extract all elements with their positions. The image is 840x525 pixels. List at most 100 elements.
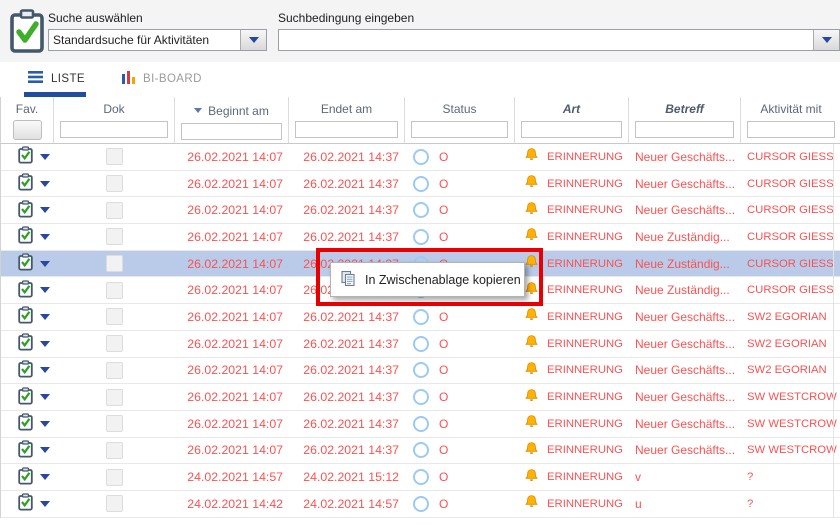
dok-checkbox[interactable] <box>106 202 123 219</box>
dok-checkbox[interactable] <box>106 255 123 272</box>
betreff-cell: Neuer Geschäfts... <box>629 337 741 351</box>
activity-clipboard-check-icon[interactable] <box>18 387 33 408</box>
dok-checkbox[interactable] <box>106 495 123 512</box>
endet-am-cell: 26.02.2021 14:37 <box>289 203 405 217</box>
table-row[interactable]: 26.02.2021 14:07 26.02.2021 14:37 O ERIN… <box>1 171 840 198</box>
status-cell: O <box>405 149 515 165</box>
search-condition-value <box>279 30 813 50</box>
column-header-beginnt-am[interactable]: Beginnt am <box>175 97 289 143</box>
chevron-down-icon[interactable] <box>40 234 50 240</box>
dok-checkbox[interactable] <box>106 442 123 459</box>
chevron-down-icon[interactable] <box>40 421 50 427</box>
tab-bi-board[interactable]: BI-BOARD <box>122 71 202 87</box>
column-header-betreff[interactable]: Betreff <box>629 97 741 143</box>
column-header-endet-am[interactable]: Endet am <box>289 97 405 143</box>
table-row[interactable]: 26.02.2021 14:07 26.02.2021 14:37 O ERIN… <box>1 384 840 411</box>
status-circle-icon <box>413 442 429 458</box>
table-row[interactable]: 26.02.2021 14:07 26.02.2021 14:37 O ERIN… <box>1 224 840 251</box>
fav-cell <box>1 360 54 381</box>
tab-liste[interactable]: LISTE <box>28 71 85 86</box>
chevron-down-icon[interactable] <box>40 474 50 480</box>
activity-clipboard-check-icon[interactable] <box>18 280 33 301</box>
dok-checkbox[interactable] <box>106 415 123 432</box>
filter-input-beginnt-am[interactable] <box>181 123 282 140</box>
table-row[interactable]: 26.02.2021 14:07 26.02.2021 14:37 O ERIN… <box>1 304 840 331</box>
activity-clipboard-check-icon[interactable] <box>18 413 33 434</box>
activity-clipboard-check-icon[interactable] <box>18 146 33 167</box>
bell-icon <box>524 174 539 193</box>
chevron-down-icon[interactable] <box>40 314 50 320</box>
dok-checkbox[interactable] <box>106 282 123 299</box>
chevron-down-icon[interactable] <box>40 501 50 507</box>
table-row[interactable]: 26.02.2021 14:07 26.02.2021 14:37 O ERIN… <box>1 197 840 224</box>
bell-icon <box>524 361 539 380</box>
betreff-cell: Neuer Geschäfts... <box>629 310 741 324</box>
dok-checkbox[interactable] <box>106 175 123 192</box>
activity-clipboard-check-icon[interactable] <box>18 467 33 488</box>
bell-icon <box>524 307 539 326</box>
filter-input-endet-am[interactable] <box>295 121 398 138</box>
dok-checkbox[interactable] <box>106 308 123 325</box>
activity-clipboard-check-icon[interactable] <box>18 333 33 354</box>
activity-clipboard-check-icon[interactable] <box>18 173 33 194</box>
filter-input-aktivitaet-mit[interactable] <box>747 121 835 138</box>
beginnt-am-cell: 26.02.2021 14:07 <box>175 443 289 457</box>
chevron-down-icon[interactable] <box>40 394 50 400</box>
search-condition-dropdown-button[interactable] <box>813 30 839 50</box>
dok-checkbox[interactable] <box>106 469 123 486</box>
dok-checkbox[interactable] <box>106 362 123 379</box>
chevron-down-icon[interactable] <box>40 287 50 293</box>
chevron-down-icon[interactable] <box>40 447 50 453</box>
fav-cell <box>1 200 54 221</box>
chevron-down-icon[interactable] <box>40 154 50 160</box>
endet-am-cell: 26.02.2021 14:37 <box>289 150 405 164</box>
table-row[interactable]: 26.02.2021 14:07 26.02.2021 14:37 O ERIN… <box>1 358 840 385</box>
chevron-down-icon[interactable] <box>40 181 50 187</box>
filter-input-dok[interactable] <box>60 121 168 138</box>
search-select-combobox[interactable]: Standardsuche für Aktivitäten <box>48 29 267 51</box>
filter-input-art[interactable] <box>521 121 622 138</box>
search-condition-combobox[interactable] <box>278 29 840 51</box>
aktivitaet-mit-cell: SW2 EGORIAN <box>741 338 840 350</box>
table-row[interactable]: 24.02.2021 14:57 24.02.2021 15:12 O ERIN… <box>1 464 840 491</box>
filter-input-betreff[interactable] <box>635 121 734 138</box>
filter-input-status[interactable] <box>411 121 508 138</box>
table-row[interactable]: 26.02.2021 14:07 26.02.2021 14:37 O ERIN… <box>1 331 840 358</box>
table-row[interactable]: 26.02.2021 14:07 26.02.2021 14:37 O ERIN… <box>1 438 840 465</box>
activity-clipboard-check-icon[interactable] <box>18 440 33 461</box>
column-header-aktivitaet-mit[interactable]: Aktivität mit <box>741 97 840 143</box>
column-header-dok[interactable]: Dok <box>54 97 175 143</box>
bell-icon <box>524 334 539 353</box>
search-select-dropdown-button[interactable] <box>240 30 266 50</box>
dok-checkbox[interactable] <box>106 148 123 165</box>
art-cell: ERINNERUNG <box>515 174 629 193</box>
dok-checkbox[interactable] <box>106 228 123 245</box>
dok-checkbox[interactable] <box>106 389 123 406</box>
status-circle-icon <box>413 362 429 378</box>
dok-checkbox[interactable] <box>106 335 123 352</box>
endet-am-cell: 26.02.2021 14:37 <box>289 337 405 351</box>
fav-cell <box>1 467 54 488</box>
endet-am-cell: 26.02.2021 14:37 <box>289 310 405 324</box>
dok-cell <box>54 255 175 272</box>
dok-cell <box>54 469 175 486</box>
activity-clipboard-check-icon[interactable] <box>18 226 33 247</box>
table-row[interactable]: 24.02.2021 14:42 24.02.2021 14:57 O ERIN… <box>1 491 840 518</box>
menu-item-copy-to-clipboard[interactable]: In Zwischenablage kopieren <box>331 270 524 290</box>
activity-clipboard-check-icon[interactable] <box>18 360 33 381</box>
activity-clipboard-check-icon[interactable] <box>18 253 33 274</box>
dok-cell <box>54 442 175 459</box>
chevron-down-icon[interactable] <box>40 367 50 373</box>
chevron-down-icon[interactable] <box>40 341 50 347</box>
table-row[interactable]: 26.02.2021 14:07 26.02.2021 14:37 O ERIN… <box>1 144 840 171</box>
aktivitaet-mit-cell: CURSOR GIESS <box>741 178 840 190</box>
chevron-down-icon[interactable] <box>40 207 50 213</box>
table-row[interactable]: 26.02.2021 14:07 26.02.2021 14:37 O ERIN… <box>1 411 840 438</box>
activity-clipboard-check-icon[interactable] <box>18 200 33 221</box>
fav-select-all-button[interactable] <box>13 120 42 140</box>
activity-clipboard-check-icon[interactable] <box>18 306 33 327</box>
activity-clipboard-check-icon[interactable] <box>18 493 33 514</box>
chevron-down-icon[interactable] <box>40 261 50 267</box>
column-header-status[interactable]: Status <box>405 97 515 143</box>
column-header-art[interactable]: Art <box>515 97 629 143</box>
